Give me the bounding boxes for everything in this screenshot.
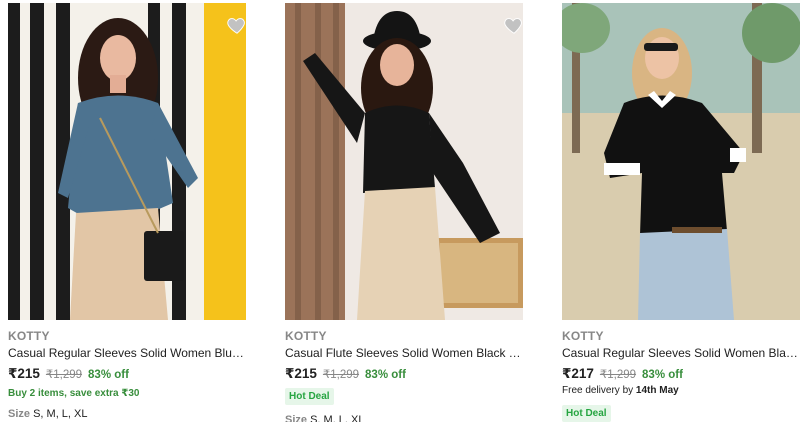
product-title[interactable]: Casual Regular Sleeves Solid Women Black…	[562, 346, 802, 360]
price-row: ₹215 ₹1,299 83% off	[8, 366, 129, 382]
product-card[interactable]: KOTTY Casual Regular Sleeves Solid Women…	[8, 0, 248, 422]
wishlist-heart-icon[interactable]	[226, 14, 248, 36]
size-values: S, M, L, XL	[33, 408, 88, 420]
size-values: S, M, L, XL	[310, 414, 365, 422]
product-title[interactable]: Casual Regular Sleeves Solid Women Blue …	[8, 346, 248, 360]
hot-deal-badge: Hot Deal	[562, 405, 611, 422]
discount-percent: 83% off	[365, 369, 406, 381]
product-brand: KOTTY	[562, 329, 604, 343]
selling-price: ₹217	[562, 366, 594, 381]
product-image[interactable]	[8, 3, 246, 320]
wishlist-heart-icon[interactable]	[503, 14, 525, 36]
delivery-info: Free delivery by 14th May	[562, 385, 679, 396]
delivery-prefix: Free delivery by	[562, 385, 634, 396]
size-info: Size S, M, L, XL	[8, 408, 88, 420]
size-label: Size	[285, 414, 308, 422]
discount-percent: 83% off	[642, 369, 683, 381]
original-price: ₹1,299	[599, 369, 637, 381]
product-brand: KOTTY	[285, 329, 327, 343]
product-photo-black-top	[285, 3, 523, 320]
price-row: ₹215 ₹1,299 83% off	[285, 366, 406, 382]
product-image[interactable]	[562, 3, 800, 320]
selling-price: ₹215	[8, 366, 40, 381]
product-image[interactable]	[285, 3, 523, 320]
product-photo-black-white-top	[562, 3, 800, 320]
original-price: ₹1,299	[45, 369, 83, 381]
original-price: ₹1,299	[322, 369, 360, 381]
hot-deal-badge: Hot Deal	[285, 388, 334, 405]
product-title[interactable]: Casual Flute Sleeves Solid Women Black T…	[285, 346, 525, 360]
selling-price: ₹215	[285, 366, 317, 381]
product-card[interactable]: KOTTY Casual Flute Sleeves Solid Women B…	[285, 0, 525, 422]
product-photo-blue-top	[8, 3, 246, 320]
delivery-date: 14th May	[635, 385, 679, 396]
product-card[interactable]: KOTTY Casual Regular Sleeves Solid Women…	[562, 0, 802, 422]
size-info: Size S, M, L, XL	[285, 414, 365, 422]
discount-percent: 83% off	[88, 369, 129, 381]
product-brand: KOTTY	[8, 329, 50, 343]
price-row: ₹217 ₹1,299 83% off	[562, 366, 683, 382]
bundle-offer: Buy 2 items, save extra ₹30	[8, 388, 140, 399]
size-label: Size	[8, 408, 31, 420]
